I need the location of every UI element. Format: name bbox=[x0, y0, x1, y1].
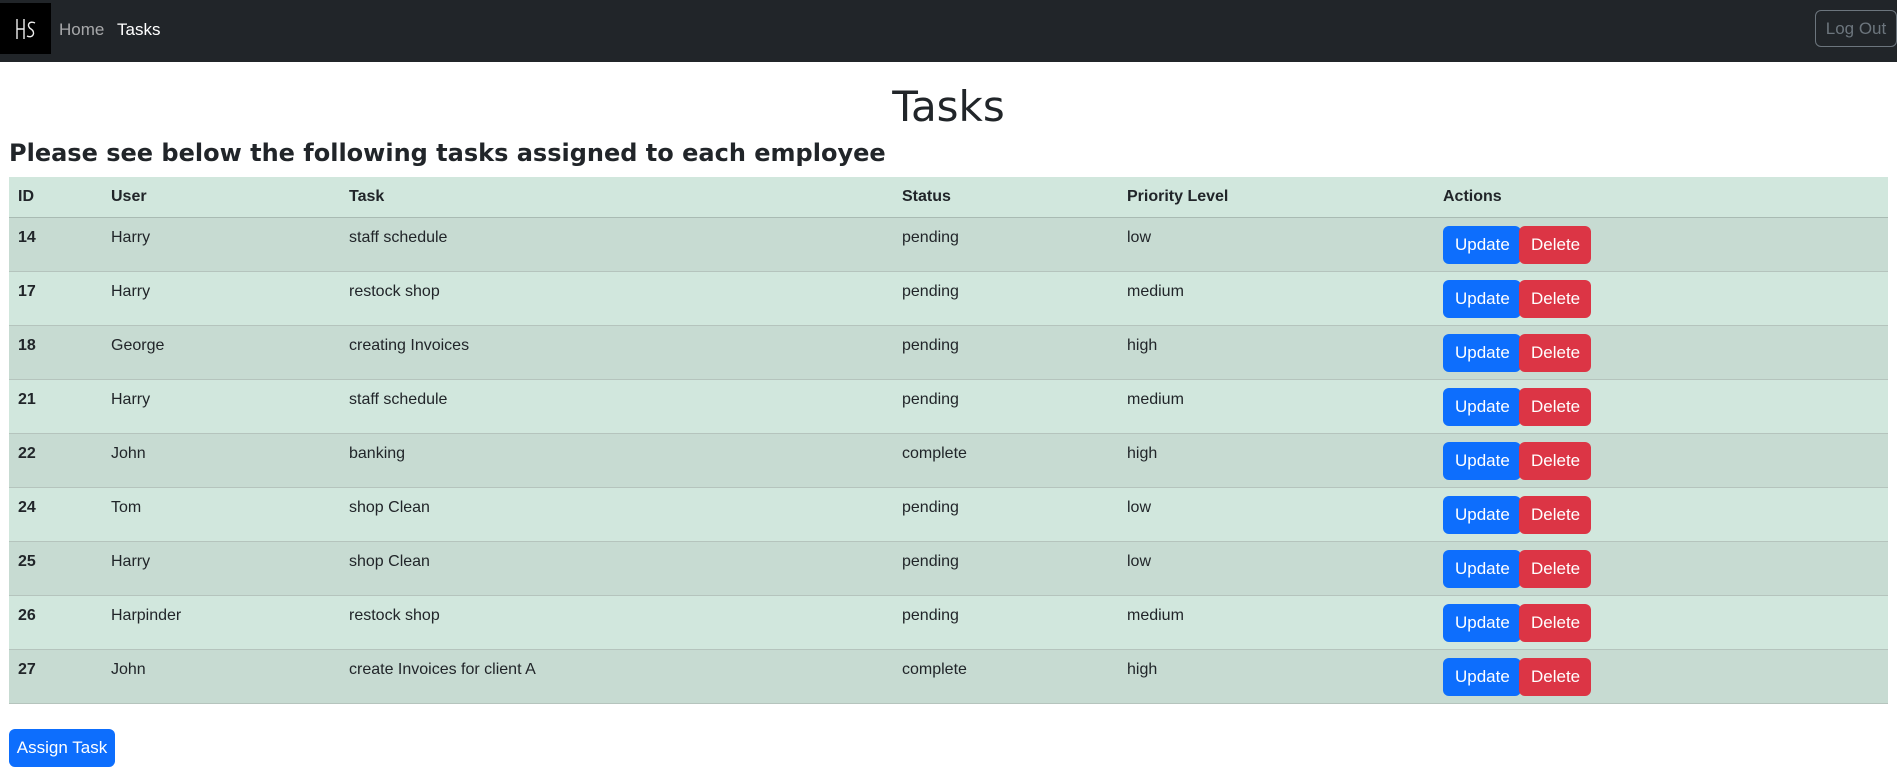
update-button[interactable]: Update bbox=[1443, 280, 1521, 318]
delete-button[interactable]: Delete bbox=[1519, 280, 1591, 318]
task-user: Harpinder bbox=[102, 595, 340, 650]
task-actions: Update Delete bbox=[1434, 541, 1888, 596]
delete-button[interactable]: Delete bbox=[1519, 226, 1591, 264]
column-header-priority: Priority Level bbox=[1118, 177, 1434, 218]
task-status: pending bbox=[893, 217, 1118, 272]
task-name: staff schedule bbox=[340, 379, 893, 434]
table-row: 25 Harry shop Clean pending low Update De… bbox=[9, 541, 1888, 596]
task-status: complete bbox=[893, 649, 1118, 704]
task-actions: Update Delete bbox=[1434, 595, 1888, 650]
task-id: 21 bbox=[9, 379, 102, 434]
column-header-user: User bbox=[102, 177, 340, 218]
task-status: pending bbox=[893, 541, 1118, 596]
task-priority: medium bbox=[1118, 379, 1434, 434]
task-name: shop Clean bbox=[340, 487, 893, 542]
task-id: 14 bbox=[9, 217, 102, 272]
table-row: 22 John banking complete high Update Dele… bbox=[9, 433, 1888, 488]
column-header-task: Task bbox=[340, 177, 893, 218]
task-status: pending bbox=[893, 271, 1118, 326]
logo-icon bbox=[15, 18, 35, 39]
task-status: pending bbox=[893, 487, 1118, 542]
column-header-actions: Actions bbox=[1434, 177, 1888, 218]
task-priority: high bbox=[1118, 325, 1434, 380]
task-name: creating Invoices bbox=[340, 325, 893, 380]
task-status: pending bbox=[893, 325, 1118, 380]
task-priority: high bbox=[1118, 433, 1434, 488]
page-title: Tasks bbox=[892, 82, 1005, 131]
task-name: restock shop bbox=[340, 271, 893, 326]
task-priority: low bbox=[1118, 217, 1434, 272]
task-priority: medium bbox=[1118, 271, 1434, 326]
task-user: George bbox=[102, 325, 340, 380]
table-row: 18 George creating Invoices pending high… bbox=[9, 325, 1888, 380]
assign-task-button[interactable]: Assign Task bbox=[9, 729, 115, 767]
task-id: 25 bbox=[9, 541, 102, 596]
column-header-id: ID bbox=[9, 177, 102, 218]
task-id: 27 bbox=[9, 649, 102, 704]
top-navbar: Home Tasks Log Out bbox=[0, 0, 1897, 62]
update-button[interactable]: Update bbox=[1443, 334, 1521, 372]
task-actions: Update Delete bbox=[1434, 379, 1888, 434]
nav-link-home[interactable]: Home bbox=[59, 20, 104, 40]
task-id: 24 bbox=[9, 487, 102, 542]
update-button[interactable]: Update bbox=[1443, 226, 1521, 264]
task-status: complete bbox=[893, 433, 1118, 488]
task-user: Tom bbox=[102, 487, 340, 542]
update-button[interactable]: Update bbox=[1443, 496, 1521, 534]
task-user: Harry bbox=[102, 271, 340, 326]
table-row: 27 John create Invoices for client A com… bbox=[9, 649, 1888, 704]
task-id: 22 bbox=[9, 433, 102, 488]
task-id: 17 bbox=[9, 271, 102, 326]
task-priority: low bbox=[1118, 487, 1434, 542]
delete-button[interactable]: Delete bbox=[1519, 604, 1591, 642]
update-button[interactable]: Update bbox=[1443, 550, 1521, 588]
task-priority: low bbox=[1118, 541, 1434, 596]
delete-button[interactable]: Delete bbox=[1519, 496, 1591, 534]
page-subtitle: Please see below the following tasks ass… bbox=[9, 139, 886, 167]
update-button[interactable]: Update bbox=[1443, 442, 1521, 480]
task-name: shop Clean bbox=[340, 541, 893, 596]
task-actions: Update Delete bbox=[1434, 433, 1888, 488]
table-row: 14 Harry staff schedule pending low Upda… bbox=[9, 217, 1888, 272]
delete-button[interactable]: Delete bbox=[1519, 658, 1591, 696]
task-actions: Update Delete bbox=[1434, 487, 1888, 542]
table-row: 17 Harry restock shop pending medium Upd… bbox=[9, 271, 1888, 326]
logout-button[interactable]: Log Out bbox=[1815, 10, 1897, 47]
task-user: Harry bbox=[102, 217, 340, 272]
task-name: restock shop bbox=[340, 595, 893, 650]
task-name: banking bbox=[340, 433, 893, 488]
nav-link-tasks[interactable]: Tasks bbox=[117, 20, 160, 40]
update-button[interactable]: Update bbox=[1443, 388, 1521, 426]
task-name: create Invoices for client A bbox=[340, 649, 893, 704]
task-id: 18 bbox=[9, 325, 102, 380]
task-status: pending bbox=[893, 379, 1118, 434]
table-row: 24 Tom shop Clean pending low Update Dele… bbox=[9, 487, 1888, 542]
task-actions: Update Delete bbox=[1434, 271, 1888, 326]
update-button[interactable]: Update bbox=[1443, 604, 1521, 642]
task-status: pending bbox=[893, 595, 1118, 650]
delete-button[interactable]: Delete bbox=[1519, 442, 1591, 480]
task-user: John bbox=[102, 433, 340, 488]
task-id: 26 bbox=[9, 595, 102, 650]
task-actions: Update Delete bbox=[1434, 325, 1888, 380]
task-user: Harry bbox=[102, 379, 340, 434]
table-row: 26 Harpinder restock shop pending medium… bbox=[9, 595, 1888, 650]
task-actions: Update Delete bbox=[1434, 217, 1888, 272]
delete-button[interactable]: Delete bbox=[1519, 388, 1591, 426]
task-user: Harry bbox=[102, 541, 340, 596]
tasks-table: ID User Task Status Priority Level Actio… bbox=[9, 177, 1888, 704]
table-header-row: ID User Task Status Priority Level Actio… bbox=[9, 177, 1888, 218]
table-row: 21 Harry staff schedule pending medium U… bbox=[9, 379, 1888, 434]
task-user: John bbox=[102, 649, 340, 704]
delete-button[interactable]: Delete bbox=[1519, 334, 1591, 372]
column-header-status: Status bbox=[893, 177, 1118, 218]
task-priority: medium bbox=[1118, 595, 1434, 650]
update-button[interactable]: Update bbox=[1443, 658, 1521, 696]
delete-button[interactable]: Delete bbox=[1519, 550, 1591, 588]
task-name: staff schedule bbox=[340, 217, 893, 272]
brand-logo[interactable] bbox=[0, 3, 51, 54]
task-priority: high bbox=[1118, 649, 1434, 704]
task-actions: Update Delete bbox=[1434, 649, 1888, 704]
